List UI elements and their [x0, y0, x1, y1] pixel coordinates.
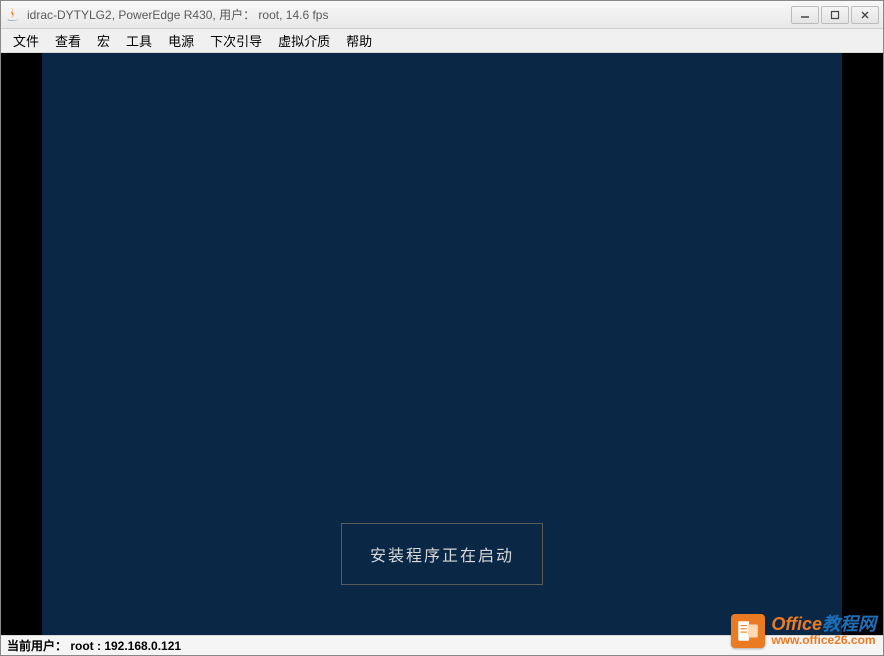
menu-power[interactable]: 电源: [160, 29, 202, 52]
menu-macro[interactable]: 宏: [89, 29, 118, 52]
menu-tools[interactable]: 工具: [118, 29, 160, 52]
watermark-brand: Office教程网: [771, 615, 876, 635]
java-app-icon: [5, 7, 21, 23]
setup-message-text: 安装程序正在启动: [370, 548, 514, 565]
menu-help[interactable]: 帮助: [338, 29, 380, 52]
menu-next-boot[interactable]: 下次引导: [202, 29, 270, 52]
minimize-button[interactable]: [791, 6, 819, 24]
menu-view[interactable]: 查看: [47, 29, 89, 52]
maximize-button[interactable]: [821, 6, 849, 24]
current-user-status: 当前用户： root : 192.168.0.121: [7, 637, 181, 654]
watermark-text: Office教程网 www.office26.com: [771, 615, 876, 648]
menu-file[interactable]: 文件: [5, 29, 47, 52]
window-title: idrac-DYTYLG2, PowerEdge R430, 用户： root,…: [27, 6, 791, 23]
menu-virtual-media[interactable]: 虚拟介质: [270, 29, 338, 52]
setup-message-box: 安装程序正在启动: [341, 523, 543, 585]
window-controls: [791, 6, 879, 24]
menubar: 文件 查看 宏 工具 电源 下次引导 虚拟介质 帮助: [1, 29, 883, 53]
watermark: Office教程网 www.office26.com: [731, 614, 876, 648]
watermark-url: www.office26.com: [771, 634, 876, 647]
close-button[interactable]: [851, 6, 879, 24]
application-window: idrac-DYTYLG2, PowerEdge R430, 用户： root,…: [0, 0, 884, 656]
content-area: 安装程序正在启动: [1, 53, 883, 635]
remote-console-screen[interactable]: 安装程序正在启动: [42, 53, 842, 635]
titlebar[interactable]: idrac-DYTYLG2, PowerEdge R430, 用户： root,…: [1, 1, 883, 29]
watermark-icon: [731, 614, 765, 648]
